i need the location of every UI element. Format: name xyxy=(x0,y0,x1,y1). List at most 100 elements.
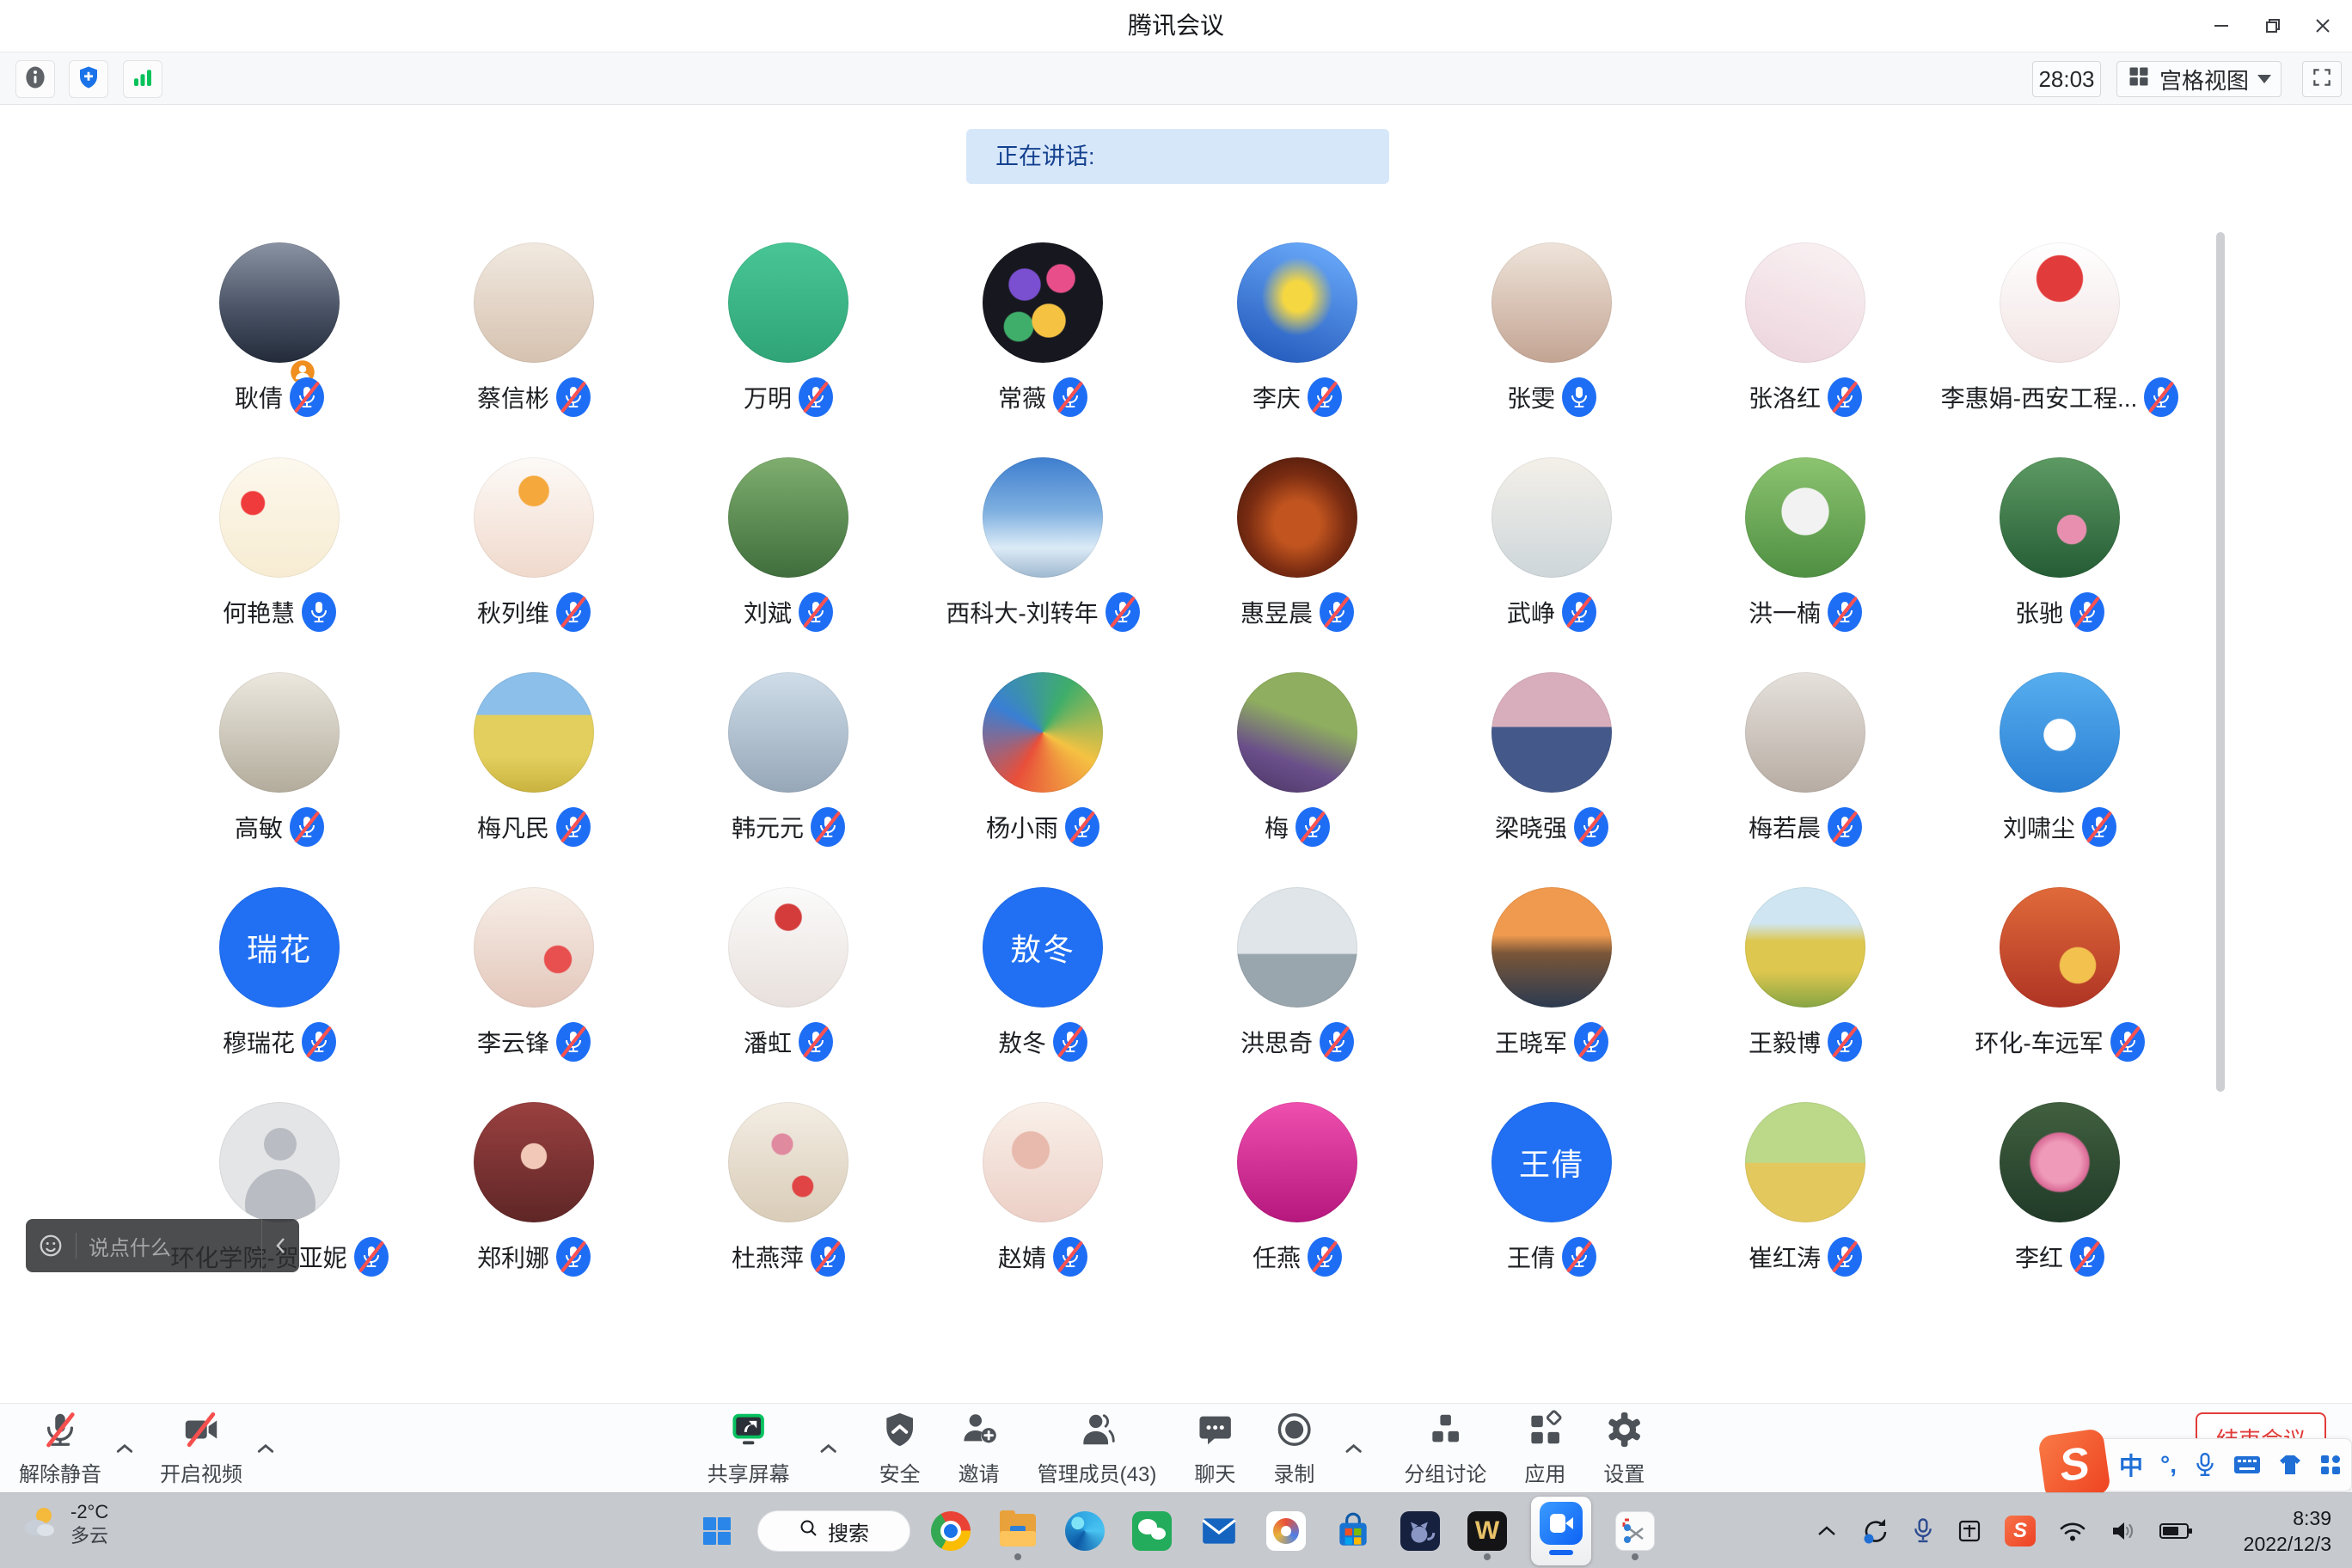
tencent-meeting-taskbar-icon[interactable] xyxy=(1528,1500,1595,1562)
mic-status-icon[interactable] xyxy=(556,592,591,632)
participant-tile[interactable]: 何艳慧 xyxy=(152,457,407,664)
ime-menu-icon[interactable] xyxy=(2319,1454,2342,1476)
mic-status-icon[interactable] xyxy=(1562,592,1596,632)
mic-status-icon[interactable] xyxy=(2070,592,2104,632)
participant-tile[interactable]: 蔡信彬 xyxy=(407,242,661,449)
edge-icon[interactable] xyxy=(1058,1500,1112,1562)
breakout-rooms-button[interactable]: 分组讨论 xyxy=(1404,1404,1486,1493)
mic-status-icon[interactable] xyxy=(2082,807,2116,847)
tray-wifi-icon[interactable] xyxy=(2058,1519,2087,1543)
mic-status-icon[interactable] xyxy=(1562,377,1596,417)
participant-tile[interactable]: 李红 xyxy=(1932,1102,2187,1308)
settings-button[interactable]: 设置 xyxy=(1603,1404,1645,1493)
security-button[interactable]: 安全 xyxy=(879,1404,921,1493)
mic-status-icon[interactable] xyxy=(556,1022,591,1062)
mic-status-icon[interactable] xyxy=(1828,377,1862,417)
mic-status-icon[interactable] xyxy=(799,377,833,417)
wechat-icon[interactable] xyxy=(1125,1500,1179,1562)
mic-status-icon[interactable] xyxy=(1106,592,1140,632)
mic-status-icon[interactable] xyxy=(354,1237,389,1277)
participant-tile[interactable]: 梁晓强 xyxy=(1424,672,1679,879)
unmute-button[interactable]: 解除静音 xyxy=(19,1404,101,1493)
participant-tile[interactable]: 瑞花 穆瑞花 xyxy=(152,887,407,1093)
mic-status-icon[interactable] xyxy=(1562,1237,1596,1277)
tray-battery-icon[interactable] xyxy=(2159,1523,2189,1539)
start-video-button[interactable]: 开启视频 xyxy=(160,1404,242,1493)
sogou-logo-icon[interactable]: S xyxy=(2037,1428,2111,1502)
mic-status-icon[interactable] xyxy=(799,1022,833,1062)
participant-tile[interactable]: 耿倩 xyxy=(152,242,407,449)
mic-status-icon[interactable] xyxy=(1065,807,1099,847)
mic-status-icon[interactable] xyxy=(1320,592,1354,632)
network-status-button[interactable] xyxy=(123,60,162,98)
mic-status-icon[interactable] xyxy=(1053,1022,1087,1062)
mic-status-icon[interactable] xyxy=(2070,1237,2104,1277)
tray-volume-icon[interactable] xyxy=(2110,1519,2137,1543)
mic-status-icon[interactable] xyxy=(2144,377,2178,417)
mic-status-icon[interactable] xyxy=(1828,1237,1862,1277)
manage-members-button[interactable]: 管理成员(43) xyxy=(1038,1404,1157,1493)
mic-status-icon[interactable] xyxy=(556,807,591,847)
participant-tile[interactable]: 武峥 xyxy=(1424,457,1679,664)
start-button[interactable] xyxy=(690,1500,744,1562)
chat-quick-input[interactable]: 说点什么 xyxy=(26,1219,299,1272)
participant-tile[interactable]: 西科大-刘转年 xyxy=(916,457,1170,664)
mic-status-icon[interactable] xyxy=(1295,807,1330,847)
participant-tile[interactable]: 崔红涛 xyxy=(1678,1102,1932,1308)
fullscreen-button[interactable] xyxy=(2302,61,2342,97)
microsoft-store-icon[interactable] xyxy=(1326,1500,1380,1562)
mic-status-icon[interactable] xyxy=(2110,1022,2145,1062)
mic-status-icon[interactable] xyxy=(1828,592,1862,632)
mic-status-icon[interactable] xyxy=(1320,1022,1354,1062)
participant-tile[interactable]: 惠昱晨 xyxy=(1170,457,1424,664)
mic-status-icon[interactable] xyxy=(1574,1022,1608,1062)
mail-icon[interactable] xyxy=(1192,1500,1246,1562)
participant-tile[interactable]: 赵婧 xyxy=(916,1102,1170,1308)
taskbar-clock[interactable]: 8:39 2022/12/3 xyxy=(2244,1505,2331,1557)
apps-button[interactable]: 应用 xyxy=(1524,1404,1565,1493)
participant-tile[interactable]: 王晓军 xyxy=(1424,887,1679,1093)
chat-input-placeholder[interactable]: 说点什么 xyxy=(89,1231,261,1261)
participant-tile[interactable]: 刘啸尘 xyxy=(1932,672,2187,879)
mic-status-icon[interactable] xyxy=(1574,807,1608,847)
participant-tile[interactable]: 环化学院-贺亚妮 xyxy=(152,1102,407,1308)
minimize-button[interactable] xyxy=(2201,7,2242,45)
wps-icon[interactable]: W xyxy=(1461,1500,1514,1562)
participant-tile[interactable]: 李惠娟-西安工程... xyxy=(1932,242,2187,449)
meeting-info-button[interactable] xyxy=(15,60,55,98)
mic-status-icon[interactable] xyxy=(1828,1022,1862,1062)
participant-tile[interactable]: 万明 xyxy=(661,242,916,449)
restore-button[interactable] xyxy=(2252,7,2294,45)
invite-button[interactable]: 邀请 xyxy=(959,1404,1000,1493)
ime-keyboard-icon[interactable] xyxy=(2233,1455,2261,1475)
colorful-circle-app-icon[interactable] xyxy=(1259,1500,1313,1562)
participant-tile[interactable]: 秋列维 xyxy=(407,457,661,664)
ime-chinese-mode[interactable]: 中 xyxy=(2119,1448,2143,1482)
mic-options-chevron[interactable] xyxy=(112,1404,138,1493)
participant-tile[interactable]: 杨小雨 xyxy=(916,672,1170,879)
mic-status-icon[interactable] xyxy=(1053,1237,1087,1277)
tray-sync-icon[interactable] xyxy=(1860,1516,1890,1546)
mic-status-icon[interactable] xyxy=(799,592,833,632)
view-mode-dropdown[interactable]: 宫格视图 xyxy=(2116,61,2282,97)
ime-punctuation[interactable]: °, xyxy=(2160,1451,2177,1479)
participant-tile[interactable]: 杜燕萍 xyxy=(661,1102,916,1308)
participant-tile[interactable]: 韩元元 xyxy=(661,672,916,879)
cat-app-icon[interactable] xyxy=(1393,1500,1447,1562)
record-options-chevron[interactable] xyxy=(1340,1404,1366,1493)
participant-tile[interactable]: 郑利娜 xyxy=(407,1102,661,1308)
participant-tile[interactable]: 梅凡民 xyxy=(407,672,661,879)
taskbar-search[interactable]: 搜索 xyxy=(757,1510,910,1552)
snipping-tool-icon[interactable] xyxy=(1608,1500,1662,1562)
tray-sogou-icon[interactable]: S xyxy=(2005,1516,2036,1547)
mic-status-icon[interactable] xyxy=(811,807,845,847)
mic-status-icon[interactable] xyxy=(290,377,324,417)
mic-status-icon[interactable] xyxy=(556,377,591,417)
emoji-icon[interactable] xyxy=(38,1233,64,1259)
chat-button[interactable]: 聊天 xyxy=(1194,1404,1235,1493)
participant-tile[interactable]: 环化-车远军 xyxy=(1932,887,2187,1093)
participant-tile[interactable]: 李庆 xyxy=(1170,242,1424,449)
participant-tile[interactable]: 张洛红 xyxy=(1678,242,1932,449)
mic-status-icon[interactable] xyxy=(556,1237,591,1277)
ime-voice-icon[interactable] xyxy=(2194,1452,2216,1478)
